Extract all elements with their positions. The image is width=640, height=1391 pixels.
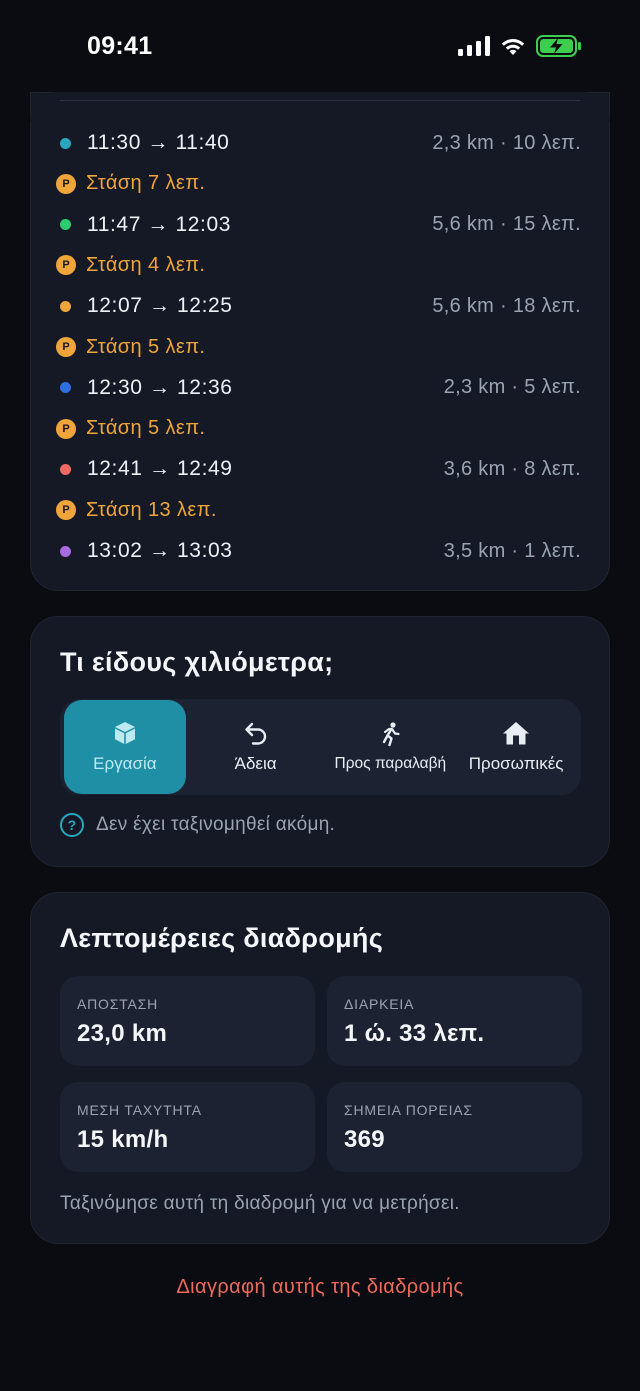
stop-row: P Στάση 13 λεπ. <box>56 490 581 530</box>
undo-arrow-icon <box>244 722 266 745</box>
duration-label: ΔΙΑΡΚΕΙΑ <box>344 996 415 1012</box>
status-icons <box>458 35 582 57</box>
stop-row: P Στάση 5 λεπ. <box>56 327 581 367</box>
distance-label: ΑΠΟΣΤΑΣΗ <box>77 996 159 1012</box>
mileage-type-label: Προς παραλαβή <box>334 755 447 772</box>
segment-time-range: 12:41 → 12:49 <box>87 457 233 481</box>
average-speed-label: ΜΕΣΗ ΤΑΧΥΤΗΤΑ <box>77 1102 202 1118</box>
duration-tile: ΔΙΑΡΚΕΙΑ 1 ώ. 33 λεπ. <box>327 976 582 1066</box>
stop-duration: Στάση 4 λεπ. <box>86 253 206 276</box>
segment-time-range: 11:47 → 12:03 <box>87 212 232 236</box>
trip-leg-row: 13:02 → 13:03 3,5 km · 1 λεπ. <box>59 531 581 571</box>
mileage-type-option-work[interactable]: Εργασία <box>64 700 186 794</box>
distance-tile: ΑΠΟΣΤΑΣΗ 23,0 km <box>60 976 315 1066</box>
house-icon <box>503 722 530 745</box>
segment-color-dot <box>60 382 71 394</box>
segment-distance-duration: 2,3 km · 10 λεπ. <box>432 131 581 154</box>
parking-icon: P <box>56 173 76 194</box>
mileage-type-option-pickup[interactable]: Προς παραλαβή <box>326 700 456 794</box>
trip-leg-row: 11:30 → 11:40 2,3 km · 10 λεπ. <box>59 123 581 163</box>
stop-duration: Στάση 5 λεπ. <box>86 417 206 440</box>
segment-time-range: 12:30 → 12:36 <box>87 375 233 399</box>
stop-row: P Στάση 7 λεπ. <box>56 164 581 204</box>
question-icon: ? <box>60 813 84 837</box>
details-note: Ταξινόμησε αυτή τη διαδρομή για να μετρή… <box>60 1193 460 1214</box>
average-speed-value: 15 km/h <box>77 1126 169 1153</box>
trip-segments-card: 11:30 → 11:40 2,3 km · 10 λεπ. P Στάση 7 λε… <box>30 92 610 591</box>
stop-duration: Στάση 7 λεπ. <box>86 172 206 195</box>
classification-hint-text: Δεν έχει ταξινομηθεί ακόμη. <box>96 814 336 835</box>
segment-color-dot <box>60 137 71 149</box>
parking-icon: P <box>56 255 76 276</box>
runner-icon <box>383 722 400 747</box>
track-points-value: 369 <box>344 1126 385 1153</box>
track-points-tile: ΣΗΜΕΙΑ ΠΟΡΕΙΑΣ 369 <box>327 1082 582 1172</box>
trip-leg-row: 12:07 → 12:25 5,6 km · 18 λεπ. <box>59 286 581 326</box>
segment-color-dot <box>60 463 71 475</box>
segment-color-dot <box>60 219 71 231</box>
segment-time-range: 12:07 → 12:25 <box>87 294 233 318</box>
segment-distance-duration: 3,5 km · 1 λεπ. <box>443 539 581 562</box>
mileage-type-label: Άδεια <box>234 754 277 773</box>
trip-leg-row: 12:41 → 12:49 3,6 km · 8 λεπ. <box>59 449 581 489</box>
mileage-type-selector: Εργασία Άδεια Προς παραλαβή Προσωπικές <box>60 699 581 795</box>
stop-duration: Στάση 13 λεπ. <box>86 498 217 521</box>
box-icon <box>114 722 135 744</box>
mileage-type-title: Τι είδους χιλιόμετρα; <box>60 647 334 677</box>
mileage-type-option-leave[interactable]: Άδεια <box>186 700 326 794</box>
distance-value: 23,0 km <box>77 1020 168 1047</box>
parking-icon: P <box>56 500 76 521</box>
parking-icon: P <box>56 337 76 357</box>
segment-color-dot <box>60 545 71 557</box>
divider <box>60 100 580 101</box>
status-bar: 09:41 <box>0 0 640 92</box>
segment-time-range: 13:02 → 13:03 <box>87 539 233 562</box>
segment-distance-duration: 3,6 km · 8 λεπ. <box>443 457 581 480</box>
stop-row: P Στάση 5 λεπ. <box>56 409 581 449</box>
trip-leg-row: 11:47 → 12:03 5,6 km · 15 λεπ. <box>59 205 581 245</box>
parking-icon: P <box>56 418 76 439</box>
segment-color-dot <box>60 300 71 312</box>
clock: 09:41 <box>87 32 153 60</box>
delete-trip-button[interactable]: Διαγραφή αυτής της διαδρομής <box>0 1276 640 1299</box>
stop-row: P Στάση 4 λεπ. <box>56 245 581 285</box>
classification-hint: ? Δεν έχει ταξινομηθεί ακόμη. <box>60 813 335 837</box>
trip-details-card: Λεπτομέρειες διαδρομής ΑΠΟΣΤΑΣΗ 23,0 km … <box>30 892 610 1244</box>
segment-distance-duration: 5,6 km · 15 λεπ. <box>432 213 581 236</box>
battery-charging-icon <box>536 35 581 57</box>
trip-details-title: Λεπτομέρειες διαδρομής <box>60 923 384 953</box>
segment-distance-duration: 2,3 km · 5 λεπ. <box>443 376 581 399</box>
mileage-type-label: Εργασία <box>93 754 157 773</box>
stop-duration: Στάση 5 λεπ. <box>86 335 206 358</box>
wifi-icon <box>501 39 525 55</box>
segment-distance-duration: 5,6 km · 18 λεπ. <box>432 294 581 317</box>
mileage-type-option-personal[interactable]: Προσωπικές <box>455 700 577 794</box>
average-speed-tile: ΜΕΣΗ ΤΑΧΥΤΗΤΑ 15 km/h <box>60 1082 315 1172</box>
mileage-type-card: Τι είδους χιλιόμετρα; Εργασία Άδεια Προς… <box>30 616 610 867</box>
duration-value: 1 ώ. 33 λεπ. <box>344 1020 485 1047</box>
cellular-signal-icon <box>458 36 490 56</box>
segment-time-range: 11:30 → 11:40 <box>87 131 230 154</box>
mileage-type-label: Προσωπικές <box>468 754 564 773</box>
track-points-label: ΣΗΜΕΙΑ ΠΟΡΕΙΑΣ <box>344 1102 473 1118</box>
trip-leg-row: 12:30 → 12:36 2,3 km · 5 λεπ. <box>59 368 581 408</box>
